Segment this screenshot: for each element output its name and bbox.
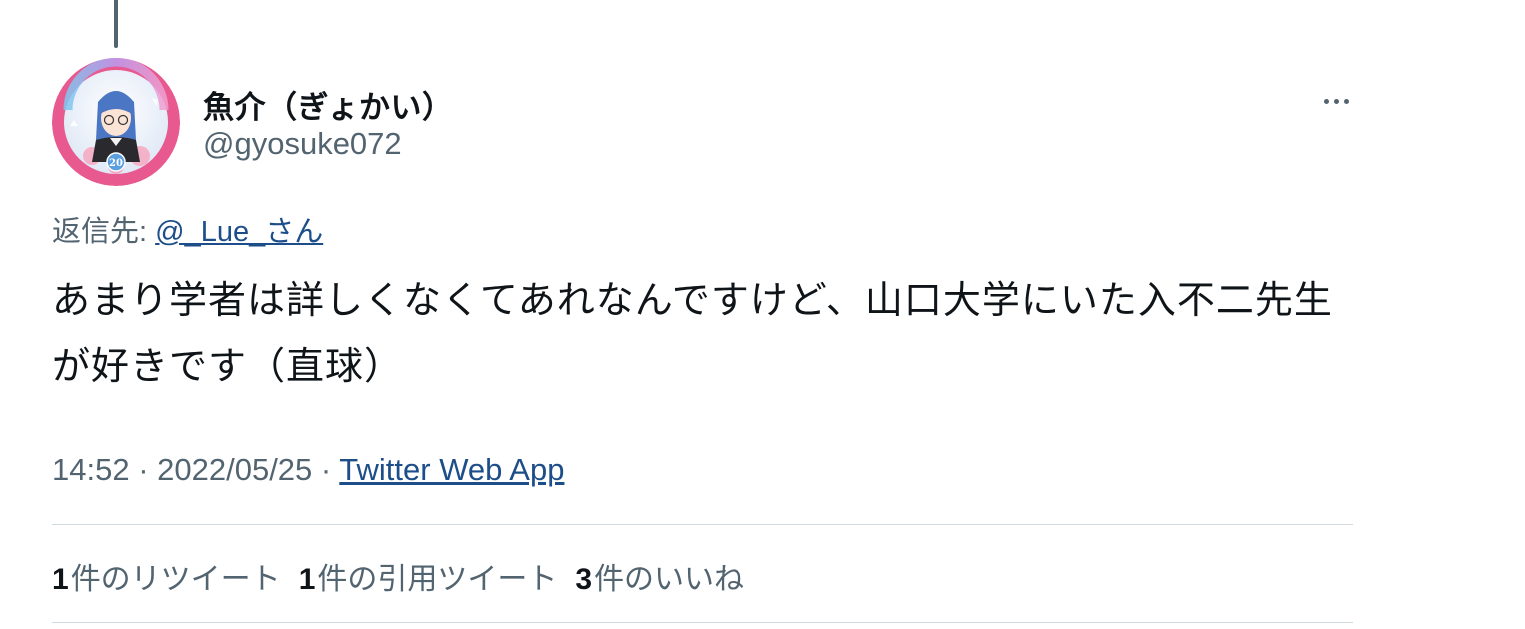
more-horizontal-icon[interactable] <box>1316 88 1356 116</box>
reply-to-mention-link[interactable]: @_Lue_さん <box>155 216 323 248</box>
tweet-time[interactable]: 14:52 <box>52 452 130 487</box>
quote-tweet-count-link[interactable]: 1件の引用ツイート <box>299 554 558 598</box>
like-label: 件のいいね <box>594 563 745 596</box>
tweet-meta: 14:52 · 2022/05/25 · Twitter Web App <box>52 452 564 488</box>
reply-to-prefix: 返信先: <box>52 216 156 248</box>
thread-connector-line <box>114 0 118 48</box>
tweet-source-link[interactable]: Twitter Web App <box>339 452 564 487</box>
tweet-text: あまり学者は詳しくなくてあれなんですけど、山口大学にいた入不二先生が好きです（直… <box>52 280 1333 388</box>
quote-tweet-label: 件の引用ツイート <box>317 563 558 596</box>
svg-text:20: 20 <box>109 158 123 169</box>
quote-tweet-count: 1 <box>298 563 316 596</box>
retweet-count-link[interactable]: 1件のリツイート <box>52 554 281 598</box>
divider <box>52 622 1353 623</box>
tweet-date[interactable]: 2022/05/25 <box>157 452 312 487</box>
like-count: 3 <box>575 563 593 596</box>
author-display-name[interactable]: 魚介（ぎょかい） <box>203 82 453 127</box>
avatar-image: 20 <box>52 58 180 186</box>
tweet-stats: 1件のリツイート 1件の引用ツイート 3件のいいね <box>52 554 762 598</box>
divider <box>52 524 1353 525</box>
meta-separator: · <box>312 452 340 487</box>
meta-separator: · <box>129 452 158 487</box>
reply-to-line: 返信先: @_Lue_さん <box>52 208 323 250</box>
avatar[interactable]: 20 <box>52 58 180 186</box>
retweet-label: 件のリツイート <box>70 563 281 596</box>
retweet-count: 1 <box>52 563 69 596</box>
author-handle[interactable]: @gyosuke072 <box>203 126 402 162</box>
like-count-link[interactable]: 3件のいいね <box>575 554 744 598</box>
